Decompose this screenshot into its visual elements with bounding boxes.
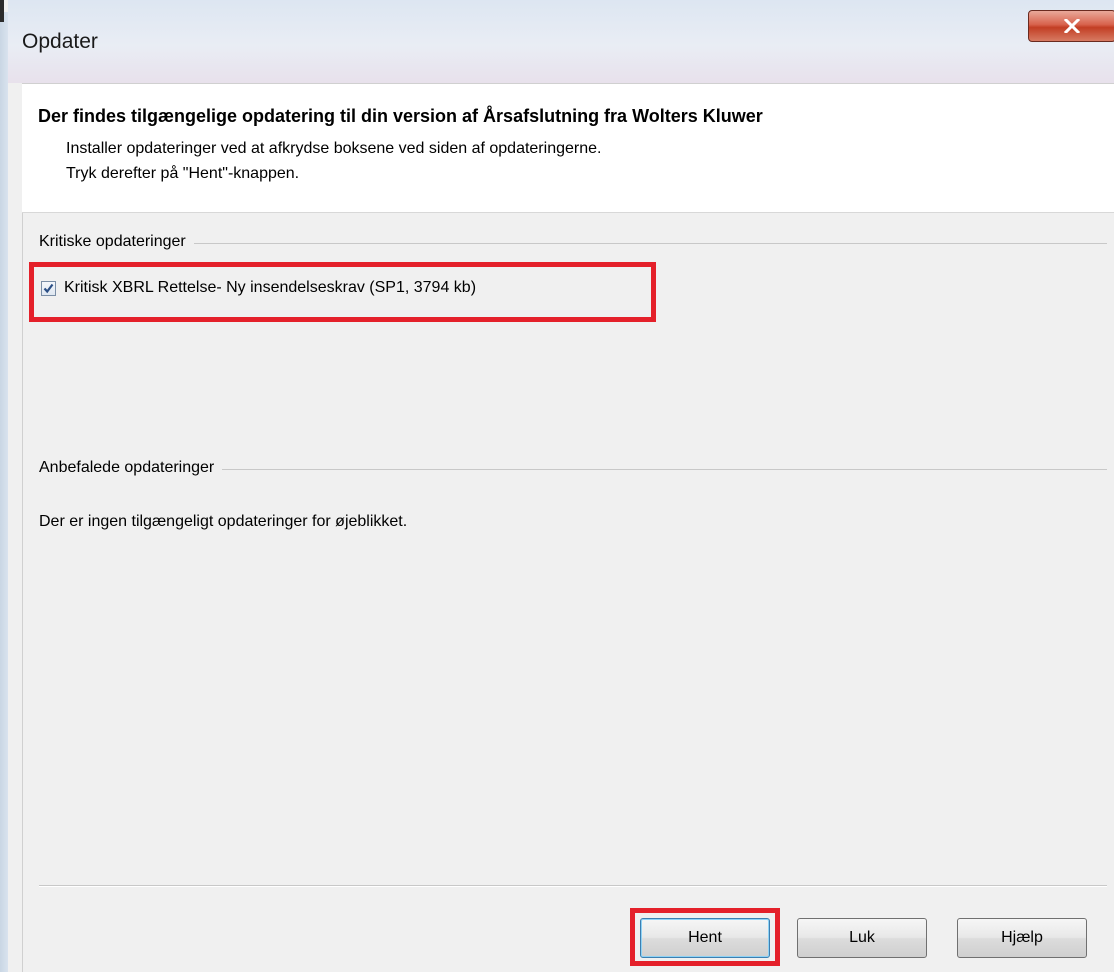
header-title: Der findes tilgængelige opdatering til d…	[38, 106, 763, 126]
help-button[interactable]: Hjælp	[957, 918, 1087, 958]
title-bar[interactable]: Opdater	[8, 0, 1114, 83]
critical-group-label: Kritiske opdateringer	[39, 233, 194, 251]
critical-update-checkbox[interactable]	[41, 280, 56, 296]
instruction-line-1: Installer opdateringer ved at afkrydse b…	[66, 140, 602, 157]
window-title: Opdater	[22, 30, 98, 53]
download-button[interactable]: Hent	[640, 918, 770, 958]
checkmark-icon	[43, 283, 54, 293]
critical-update-item[interactable]: Kritisk XBRL Rettelse- Ny insendelseskra…	[41, 279, 476, 297]
close-window-button[interactable]	[1028, 10, 1114, 42]
critical-group-divider	[39, 243, 1107, 244]
recommended-group-label: Anbefalede opdateringer	[39, 459, 223, 477]
header-panel: Der findes tilgængelige opdatering til d…	[22, 83, 1114, 213]
critical-update-label: Kritisk XBRL Rettelse- Ny insendelseskra…	[64, 279, 477, 296]
no-recommended-updates-text: Der er ingen tilgængeligt opdateringer f…	[39, 513, 408, 530]
window-left-edge	[0, 12, 8, 972]
update-dialog: Opdater Der findes tilgængelige opdateri…	[0, 0, 1114, 972]
instruction-line-2: Tryk derefter på "Hent"-knappen.	[66, 165, 300, 182]
close-button[interactable]: Luk	[797, 918, 927, 958]
button-area-divider-highlight	[39, 886, 1107, 887]
close-x-icon	[1064, 19, 1080, 33]
updates-content: Kritiske opdateringer Kritisk XBRL Rette…	[22, 213, 1114, 972]
window-corner	[0, 0, 4, 22]
